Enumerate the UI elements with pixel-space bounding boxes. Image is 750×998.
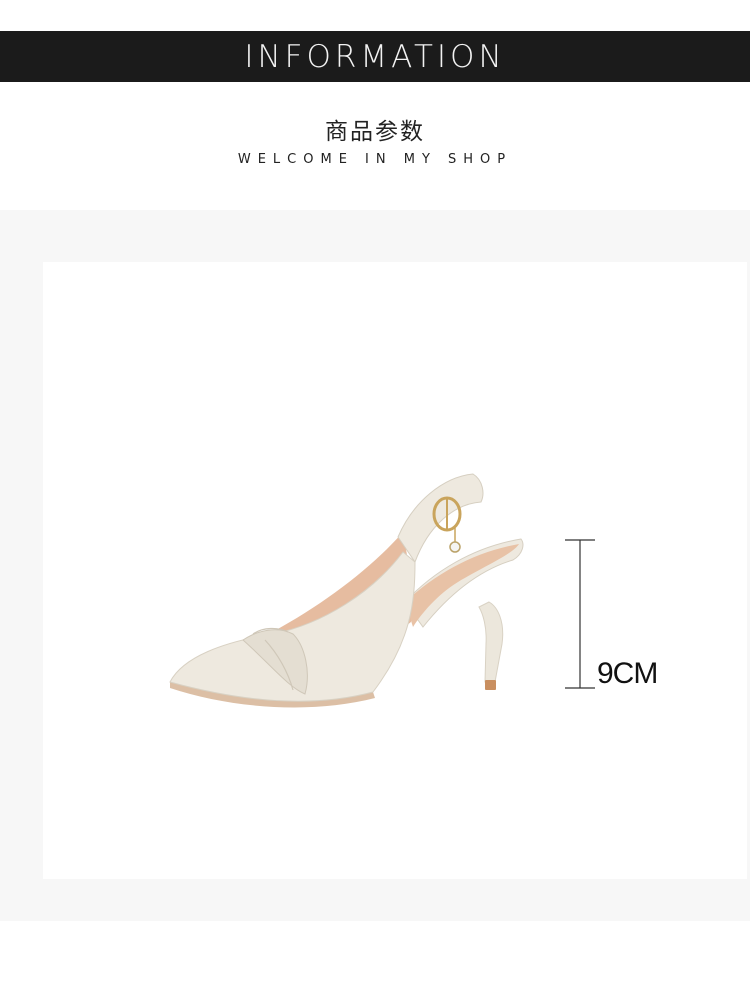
header-banner: INFORMATION xyxy=(0,31,750,82)
product-card: 9CM xyxy=(43,262,747,879)
product-stage: 9CM xyxy=(0,210,750,921)
height-measure-bracket xyxy=(565,539,595,689)
banner-title: INFORMATION xyxy=(244,38,506,75)
heel-height-label: 9CM xyxy=(597,657,658,690)
section-subtitle: WELCOME IN MY SHOP xyxy=(237,152,513,167)
section-title: 商品参数 xyxy=(325,119,425,145)
